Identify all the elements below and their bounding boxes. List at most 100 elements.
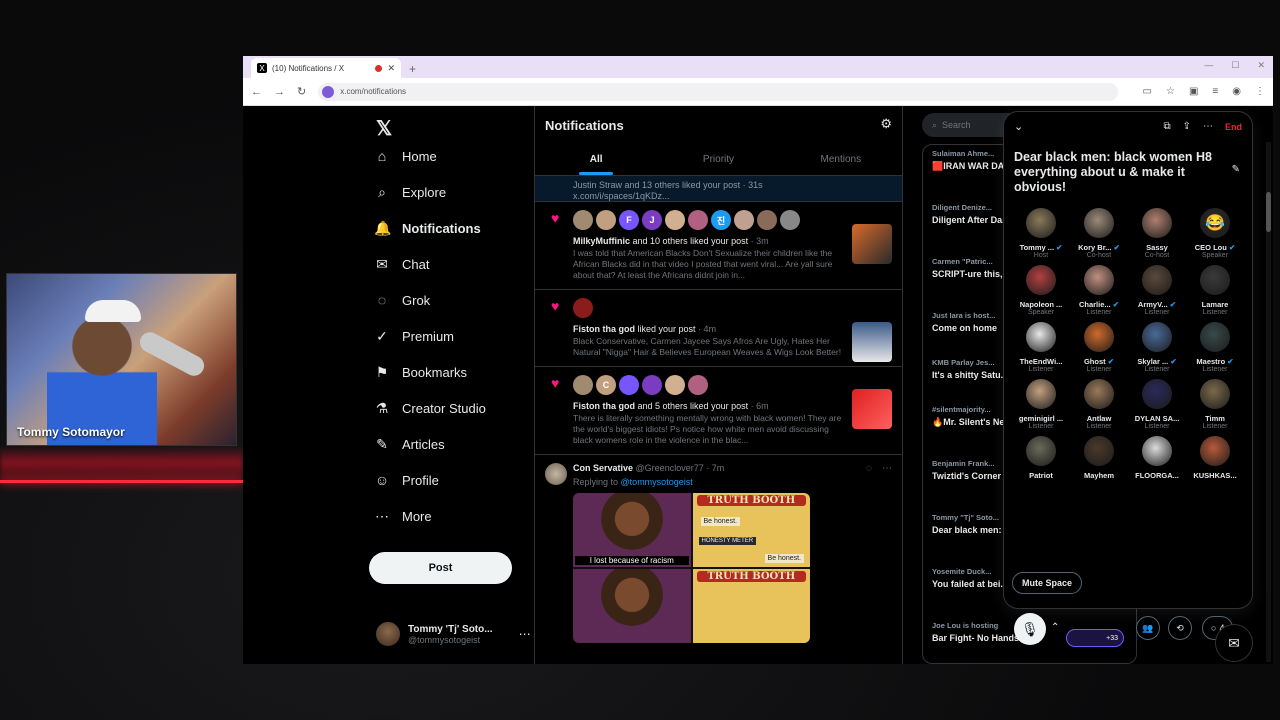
avatar[interactable] bbox=[573, 210, 593, 230]
site-info-icon[interactable] bbox=[322, 85, 335, 98]
share-icon[interactable]: ⇪ bbox=[1183, 121, 1191, 132]
space-participant[interactable]: Kory Br... ✔ Co-host bbox=[1070, 208, 1128, 259]
tab-close-icon[interactable]: ✕ bbox=[387, 63, 395, 74]
space-participant[interactable]: Sassy Co-host bbox=[1128, 208, 1186, 259]
reply-author[interactable]: Con Servative bbox=[573, 463, 633, 473]
avatar[interactable] bbox=[734, 210, 754, 230]
reload-icon[interactable]: ↻ bbox=[297, 85, 306, 98]
tab-mentions[interactable]: Mentions bbox=[780, 154, 902, 175]
avatar[interactable]: C bbox=[596, 375, 616, 395]
nav-item-home[interactable]: ⌂ Home bbox=[374, 148, 437, 164]
avatar[interactable] bbox=[688, 210, 708, 230]
cast-icon[interactable]: ▭ bbox=[1143, 86, 1152, 97]
avatar[interactable]: J bbox=[642, 210, 662, 230]
nav-item-articles[interactable]: ✎ Articles bbox=[374, 436, 445, 453]
reply-post[interactable]: Con Servative @Greenclover77 · 7m ◌ ⋯ Re… bbox=[535, 455, 902, 643]
post-thumbnail[interactable] bbox=[852, 224, 892, 264]
space-participant[interactable]: Lamare Listener bbox=[1186, 265, 1244, 316]
window-close-icon[interactable]: ✕ bbox=[1257, 60, 1265, 71]
notification-user[interactable]: MilkyMuffinic bbox=[573, 236, 630, 246]
avatar[interactable] bbox=[573, 298, 593, 318]
nav-item-more[interactable]: ⋯ More bbox=[374, 508, 432, 525]
space-participant[interactable]: Timm Listener bbox=[1186, 379, 1244, 430]
notification-item[interactable]: ♥ F J 진 MilkyMuffinic and 10 others liked yo… bbox=[535, 202, 902, 290]
new-notification-strip[interactable]: Justin Straw and 13 others liked your po… bbox=[535, 176, 902, 202]
nav-item-notifications[interactable]: 🔔 Notifications bbox=[374, 220, 481, 237]
avatar[interactable]: F bbox=[619, 210, 639, 230]
space-participant[interactable]: geminigirl ... Listener bbox=[1012, 379, 1070, 430]
notification-item[interactable]: ♥ C Fiston tha god and 5 others liked your… bbox=[535, 367, 902, 455]
minimize-icon[interactable]: — bbox=[1204, 60, 1213, 71]
nav-item-premium[interactable]: ✓ Premium bbox=[374, 328, 454, 345]
media-icon[interactable]: ≡ bbox=[1212, 86, 1218, 97]
mute-space-button[interactable]: Mute Space bbox=[1012, 572, 1083, 594]
space-participant[interactable]: Charlie... ✔ Listener bbox=[1070, 265, 1128, 316]
extensions-icon[interactable]: ▣ bbox=[1189, 86, 1198, 97]
listeners-pill[interactable]: +33 bbox=[1066, 629, 1124, 647]
browser-tab[interactable]: X (10) Notifications / X ✕ bbox=[251, 58, 401, 78]
space-participant[interactable]: Mayhem bbox=[1070, 436, 1128, 480]
space-participant[interactable]: TheEndWi... Listener bbox=[1012, 322, 1070, 373]
avatar[interactable] bbox=[757, 210, 777, 230]
space-participant[interactable]: FLOORGA... bbox=[1128, 436, 1186, 480]
notification-user[interactable]: Fiston tha god bbox=[573, 401, 635, 411]
star-icon[interactable]: ☆ bbox=[1166, 86, 1175, 97]
menu-icon[interactable]: ⋮ bbox=[1255, 86, 1265, 97]
space-participant[interactable]: DYLAN SA... Listener bbox=[1128, 379, 1186, 430]
avatar[interactable] bbox=[573, 375, 593, 395]
forward-icon[interactable]: → bbox=[274, 86, 285, 98]
tab-all[interactable]: All bbox=[535, 154, 657, 175]
end-space-button[interactable]: End bbox=[1225, 122, 1242, 132]
notification-user[interactable]: Fiston tha god bbox=[573, 324, 635, 334]
avatar[interactable] bbox=[642, 375, 662, 395]
mention-link[interactable]: @tommysotogeist bbox=[621, 477, 693, 487]
space-participant[interactable]: Patriot bbox=[1012, 436, 1070, 480]
space-participant[interactable]: Ghost ✔ Listener bbox=[1070, 322, 1128, 373]
chevron-up-icon[interactable]: ⌃ bbox=[1051, 622, 1059, 633]
url-field[interactable]: x.com/notifications bbox=[318, 82, 1119, 101]
space-participant[interactable]: Antlaw Listener bbox=[1070, 379, 1128, 430]
post-thumbnail[interactable] bbox=[852, 389, 892, 429]
back-icon[interactable]: ← bbox=[251, 86, 262, 98]
tab-priority[interactable]: Priority bbox=[657, 154, 779, 175]
post-thumbnail[interactable] bbox=[852, 322, 892, 362]
profile-icon[interactable]: ◉ bbox=[1232, 86, 1241, 97]
chevron-down-icon[interactable]: ⌄ bbox=[1014, 120, 1023, 133]
space-participant[interactable]: ArmyV... ✔ Listener bbox=[1128, 265, 1186, 316]
post-button[interactable]: Post bbox=[369, 552, 512, 584]
avatar[interactable]: 진 bbox=[711, 210, 731, 230]
edit-icon[interactable]: ✎ bbox=[1232, 164, 1240, 175]
space-participant[interactable]: Maestro ✔ Listener bbox=[1186, 322, 1244, 373]
notification-item[interactable]: ♥ Fiston tha god liked your post · 4m Blac… bbox=[535, 290, 902, 367]
grok-icon[interactable]: ◌ bbox=[866, 463, 872, 474]
avatar[interactable] bbox=[665, 210, 685, 230]
new-tab-icon[interactable]: + bbox=[409, 62, 416, 76]
nav-item-grok[interactable]: ◌ Grok bbox=[374, 292, 430, 308]
gear-icon[interactable]: ⚙ bbox=[880, 116, 892, 132]
mic-icon[interactable]: 🎙 bbox=[1014, 613, 1046, 645]
avatar[interactable] bbox=[780, 210, 800, 230]
nav-item-bookmarks[interactable]: ⚑ Bookmarks bbox=[374, 364, 467, 381]
x-logo-icon[interactable]: 𝕏 bbox=[376, 116, 392, 141]
maximize-icon[interactable]: ☐ bbox=[1231, 60, 1239, 71]
nav-item-creator-studio[interactable]: ⚗ Creator Studio bbox=[374, 400, 486, 417]
pip-icon[interactable]: ⧉ bbox=[1163, 121, 1170, 132]
space-participant[interactable]: Tommy ... ✔ Host bbox=[1012, 208, 1070, 259]
nav-item-profile[interactable]: ☺ Profile bbox=[374, 472, 439, 488]
avatar[interactable] bbox=[596, 210, 616, 230]
messages-icon[interactable]: ✉ bbox=[1215, 624, 1253, 662]
people-icon[interactable]: 👥 bbox=[1136, 616, 1160, 640]
more-dots-icon[interactable]: ⋯ bbox=[519, 627, 531, 641]
avatar[interactable] bbox=[619, 375, 639, 395]
nav-item-explore[interactable]: ⌕ Explore bbox=[374, 184, 446, 201]
account-switcher[interactable]: Tommy 'Tj' Soto... @tommysotogeist ⋯ bbox=[376, 622, 531, 646]
space-participant[interactable]: Skylar ... ✔ Listener bbox=[1128, 322, 1186, 373]
more-dots-icon[interactable]: ⋯ bbox=[1203, 121, 1213, 132]
avatar[interactable] bbox=[665, 375, 685, 395]
avatar[interactable] bbox=[688, 375, 708, 395]
scrollbar[interactable] bbox=[1266, 142, 1271, 662]
repost-icon[interactable]: ⟲ bbox=[1168, 616, 1192, 640]
space-participant[interactable]: 😂 CEO Lou ✔ Speaker bbox=[1186, 208, 1244, 259]
more-dots-icon[interactable]: ⋯ bbox=[882, 463, 892, 474]
nav-item-chat[interactable]: ✉ Chat bbox=[374, 256, 429, 273]
